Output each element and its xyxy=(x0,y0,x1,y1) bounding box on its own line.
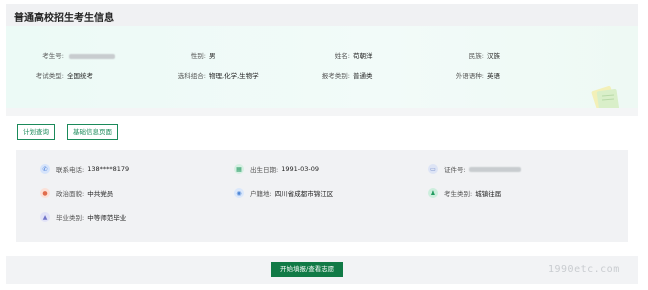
badge-icon: ● xyxy=(40,188,50,198)
type-label: 考生类别: xyxy=(444,190,473,198)
id-redacted xyxy=(468,166,521,172)
type-field: ♟ 考生类别: 城镇往届 xyxy=(428,188,501,198)
hukou-value: 四川省成都市锦江区 xyxy=(274,190,334,198)
gender-field: 性别: 男 xyxy=(174,50,216,60)
page-header: 普通高校招生考生信息 xyxy=(6,4,638,26)
political-value: 中共党员 xyxy=(87,190,114,198)
name-label: 姓名: xyxy=(334,52,350,60)
name-field: 姓名: 苟朝洋 xyxy=(316,50,373,60)
footer-bar: 开始填报/查看志愿 xyxy=(6,256,638,284)
category-field: 报考类别: 普通类 xyxy=(308,70,373,80)
watermark: 1990etc.com xyxy=(548,264,620,275)
exam-type-value: 全国统考 xyxy=(67,72,93,80)
phone-icon: ✆ xyxy=(40,164,50,174)
grad-value: 中等师范毕业 xyxy=(87,214,127,222)
user-icon: ♟ xyxy=(428,188,438,198)
calendar-icon: ▦ xyxy=(234,164,244,174)
grad-field: ▲ 毕业类别: 中等师范毕业 xyxy=(40,212,126,222)
hukou-label: 户籍地: xyxy=(250,190,272,198)
plan-query-button[interactable]: 计划查询 xyxy=(17,124,55,140)
id-label: 证件号: xyxy=(444,166,466,174)
candidate-detail-panel: ✆ 联系电话: 138****8179 ▦ 出生日期: 1991-03-09 ▭ 证… xyxy=(16,150,628,242)
candidate-no-label: 考生号: xyxy=(42,52,64,60)
category-label: 报考类别: xyxy=(321,72,350,80)
ethnicity-label: 民族: xyxy=(468,52,484,60)
name-value: 苟朝洋 xyxy=(353,52,373,60)
id-field: ▭ 证件号: xyxy=(428,164,521,174)
id-card-icon: ▭ xyxy=(428,164,438,174)
phone-label: 联系电话: xyxy=(56,166,85,174)
gender-value: 男 xyxy=(209,52,216,60)
political-field: ● 政治面貌: 中共党员 xyxy=(40,188,113,198)
exam-type-field: 考试类型: 全国统考 xyxy=(22,70,93,80)
subjects-value: 物理,化学,生物学 xyxy=(209,72,259,80)
subjects-label: 选科组合: xyxy=(177,72,206,80)
language-field: 外语语种: 英语 xyxy=(444,70,500,80)
gender-label: 性别: xyxy=(190,52,206,60)
political-label: 政治面貌: xyxy=(56,190,85,198)
ethnicity-value: 汉族 xyxy=(487,52,500,60)
start-application-button[interactable]: 开始填报/查看志愿 xyxy=(271,262,344,277)
birth-label: 出生日期: xyxy=(250,166,279,174)
ethnicity-field: 民族: 汉族 xyxy=(452,50,500,60)
candidate-info-panel: 考生号: 性别: 男 姓名: 苟朝洋 民族: 汉族 考试类型: 全国统考 选科组合: 物理… xyxy=(6,26,638,114)
type-value: 城镇往届 xyxy=(475,190,502,198)
phone-field: ✆ 联系电话: 138****8179 xyxy=(40,164,129,174)
section-divider xyxy=(6,108,638,116)
hukou-field: ◉ 户籍地: 四川省成都市锦江区 xyxy=(234,188,333,198)
subjects-field: 选科组合: 物理,化学,生物学 xyxy=(166,70,259,80)
birth-value: 1991-03-09 xyxy=(281,165,319,173)
language-value: 英语 xyxy=(487,72,500,80)
phone-value: 138****8179 xyxy=(87,165,130,173)
grad-label: 毕业类别: xyxy=(56,214,85,222)
language-label: 外语语种: xyxy=(455,72,484,80)
person-icon: ◉ xyxy=(234,188,244,198)
category-value: 普通类 xyxy=(353,72,373,80)
birth-field: ▦ 出生日期: 1991-03-09 xyxy=(234,164,319,174)
exam-type-label: 考试类型: xyxy=(35,72,64,80)
basic-info-button[interactable]: 基础信息页面 xyxy=(67,124,118,140)
graduation-icon: ▲ xyxy=(40,212,50,222)
candidate-no-field: 考生号: xyxy=(22,50,116,60)
candidate-no-redacted xyxy=(69,53,116,59)
page-title: 普通高校招生考生信息 xyxy=(14,13,114,24)
